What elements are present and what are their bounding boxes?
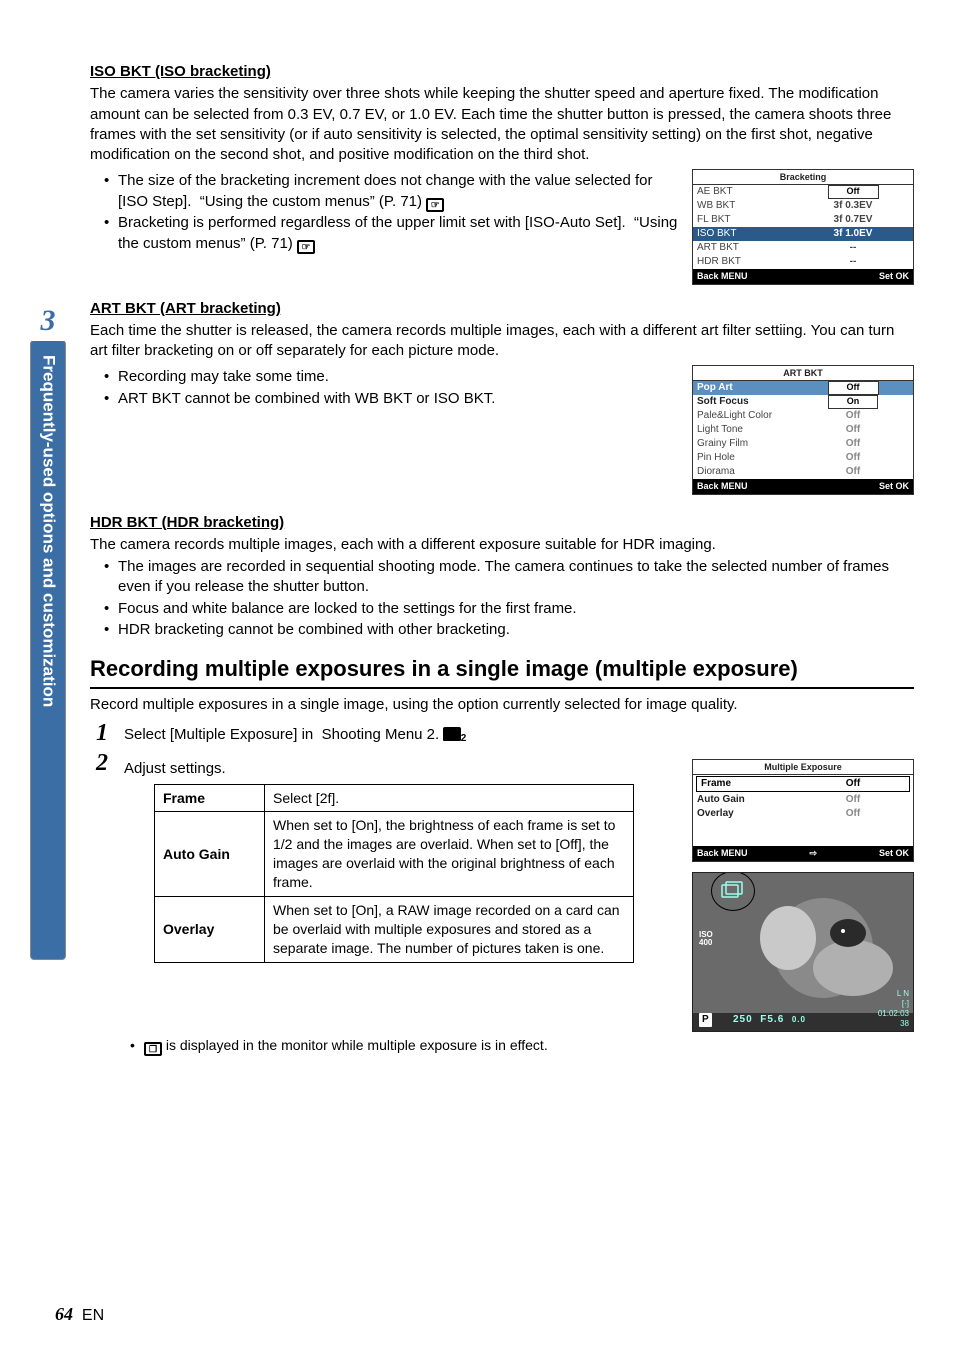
table-row-overlay: Overlay When set to [On], a RAW image re… (155, 896, 634, 962)
menu-back-label[interactable]: Back MENU (697, 847, 748, 859)
menu-row-overlay[interactable]: OverlayOff (693, 807, 913, 821)
menu-row-ae-bkt[interactable]: AE BKTOff (693, 185, 913, 199)
menu-row-diorama[interactable]: DioramaOff (693, 465, 913, 479)
menu-row-auto-gain[interactable]: Auto GainOff (693, 793, 913, 807)
step-1: 1 Select [Multiple Exposure] in Shooting… (90, 721, 914, 745)
art-bkt-bullet-2: ART BKT cannot be combined with WB BKT o… (104, 389, 678, 409)
menu-row-pale-light[interactable]: Pale&Light ColorOff (693, 409, 913, 423)
bracketing-menu: Bracketing AE BKTOff WB BKT3f 0.3EV FL B… (692, 169, 914, 284)
menu-nav-icon[interactable]: ⇨ (748, 847, 879, 859)
menu-row-hdr-bkt[interactable]: HDR BKT-- (693, 255, 913, 269)
menu-set-label[interactable]: Set OK (879, 847, 909, 859)
iso-bkt-bullet-2-text: Bracketing is performed regardless of th… (118, 214, 677, 251)
multiple-exposure-icon (721, 881, 743, 899)
hdr-bkt-desc: The camera records multiple images, each… (90, 535, 914, 555)
art-bkt-desc: Each time the shutter is released, the c… (90, 321, 914, 362)
table-cell-overlay-desc: When set to [On], a RAW image recorded o… (265, 896, 634, 962)
table-cell-frame-name: Frame (155, 784, 265, 812)
menu-set-label[interactable]: Set OK (879, 270, 909, 282)
table-row-auto-gain: Auto Gain When set to [On], the brightne… (155, 812, 634, 897)
iso-bkt-bullet-2: Bracketing is performed regardless of th… (104, 213, 678, 254)
chapter-title: Frequently-used options and customizatio… (37, 355, 60, 707)
page-number: 64 (55, 1304, 73, 1324)
monitor-mode-badge: P (699, 1013, 712, 1027)
table-cell-frame-desc: Select [2f]. (265, 784, 634, 812)
step-1-text: Select [Multiple Exposure] in Shooting M… (124, 726, 439, 743)
menu-back-label[interactable]: Back MENU (697, 480, 748, 492)
menu-row-pop-art[interactable]: Pop ArtOff (693, 381, 913, 395)
table-cell-overlay-name: Overlay (155, 896, 265, 962)
art-bkt-bullets: Recording may take some time. ART BKT ca… (90, 367, 678, 409)
step-2: 2 Adjust settings. Frame Select [2f]. Au… (90, 751, 914, 1031)
page-footer: 64 EN (55, 1302, 104, 1327)
menu-row-frame[interactable]: FrameOff (696, 776, 910, 792)
chapter-tab: 3 Frequently-used options and customizat… (30, 340, 66, 960)
iso-bkt-bullet-1-text: The size of the bracketing increment doe… (118, 172, 652, 209)
multiple-exposure-menu: Multiple Exposure FrameOff Auto GainOff … (692, 759, 914, 861)
hdr-bkt-bullet-1: The images are recorded in sequential sh… (104, 557, 914, 598)
step-1-number: 1 (90, 721, 114, 745)
menu-row-grainy-film[interactable]: Grainy FilmOff (693, 437, 913, 451)
table-cell-autogain-desc: When set to [On], the brightness of each… (265, 812, 634, 897)
art-bkt-menu-title: ART BKT (693, 366, 913, 381)
menu-row-soft-focus[interactable]: Soft FocusOn (693, 395, 913, 409)
hdr-bkt-bullet-2: Focus and white balance are locked to th… (104, 599, 914, 619)
monitor-right-info: L N [·] 01:02:03 38 (878, 989, 909, 1029)
table-cell-autogain-name: Auto Gain (155, 812, 265, 897)
menu-set-label[interactable]: Set OK (879, 480, 909, 492)
me-menu-title: Multiple Exposure (693, 760, 913, 775)
me-footnote: ❐ is displayed in the monitor while mult… (130, 1036, 914, 1056)
menu-back-label[interactable]: Back MENU (697, 270, 748, 282)
hdr-bkt-heading: HDR BKT (HDR bracketing) (90, 513, 914, 533)
bracketing-menu-title: Bracketing (693, 170, 913, 185)
table-row-frame: Frame Select [2f]. (155, 784, 634, 812)
iso-bkt-desc: The camera varies the sensitivity over t… (90, 84, 914, 165)
menu-row-wb-bkt[interactable]: WB BKT3f 0.3EV (693, 199, 913, 213)
monitor-preview: ISO 400 P 250 F5.6 0.0 L N [·] 01:02:03 … (692, 872, 914, 1032)
reference-icon: ☞ (426, 198, 444, 212)
monitor-iso: ISO 400 (699, 931, 713, 947)
menu-row-iso-bkt[interactable]: ISO BKT3f 1.0EV (693, 227, 913, 241)
art-bkt-bullet-1: Recording may take some time. (104, 367, 678, 387)
step-2-number: 2 (90, 751, 114, 775)
iso-bkt-bullets: The size of the bracketing increment doe… (90, 171, 678, 254)
multiple-exposure-heading: Recording multiple exposures in a single… (90, 654, 914, 689)
iso-bkt-heading: ISO BKT (ISO bracketing) (90, 62, 914, 82)
multiple-exposure-settings-table: Frame Select [2f]. Auto Gain When set to… (154, 784, 634, 963)
reference-icon: ☞ (297, 240, 315, 254)
iso-bkt-bullet-1: The size of the bracketing increment doe… (104, 171, 678, 212)
menu-row-art-bkt[interactable]: ART BKT-- (693, 241, 913, 255)
hdr-bkt-bullets: The images are recorded in sequential sh… (90, 557, 914, 640)
art-bkt-menu: ART BKT Pop ArtOff Soft FocusOn Pale&Lig… (692, 365, 914, 494)
shooting-menu-2-icon (443, 727, 461, 741)
hdr-bkt-bullet-3: HDR bracketing cannot be combined with o… (104, 620, 914, 640)
page-lang: EN (82, 1307, 104, 1324)
menu-row-fl-bkt[interactable]: FL BKT3f 0.7EV (693, 213, 913, 227)
monitor-exposure-readout: 250 F5.6 0.0 (733, 1013, 806, 1027)
multiple-exposure-desc: Record multiple exposures in a single im… (90, 695, 914, 715)
step-2-text: Adjust settings. (124, 760, 226, 777)
menu-row-light-tone[interactable]: Light ToneOff (693, 423, 913, 437)
multiple-exposure-glyph-icon: ❐ (144, 1042, 162, 1056)
me-footnote-text: is displayed in the monitor while multip… (166, 1037, 548, 1053)
chapter-number: 3 (31, 301, 65, 341)
me-footnote-list: ❐ is displayed in the monitor while mult… (90, 1036, 914, 1056)
art-bkt-heading: ART BKT (ART bracketing) (90, 299, 914, 319)
menu-row-pin-hole[interactable]: Pin HoleOff (693, 451, 913, 465)
